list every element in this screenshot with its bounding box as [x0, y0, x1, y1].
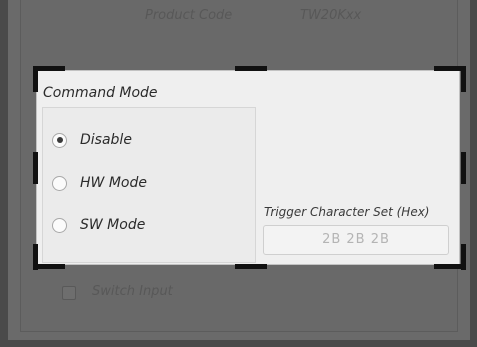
resize-handle-left[interactable]: [33, 152, 38, 184]
trigger-character-set-input[interactable]: 2B 2B 2B: [263, 225, 449, 255]
radio-button[interactable]: [52, 217, 67, 233]
resize-handle-bottom-right[interactable]: [434, 264, 466, 269]
switch-input-label: Switch Input: [92, 284, 173, 299]
resize-handle-bottom-left[interactable]: [33, 264, 65, 269]
radio-label: HW Mode: [80, 175, 147, 191]
command-mode-panel: Command Mode Disable HW Mode SW Mode Tri…: [36, 70, 460, 265]
product-code-label: Product Code: [145, 8, 233, 23]
radio-label: SW Mode: [80, 217, 146, 233]
switch-input-checkbox[interactable]: [62, 286, 76, 300]
radio-label: Disable: [80, 132, 132, 148]
radio-option-disable[interactable]: Disable: [52, 132, 132, 148]
resize-handle-right[interactable]: [461, 152, 466, 184]
resize-handle-top-right-vertical[interactable]: [461, 66, 466, 92]
radio-button[interactable]: [52, 175, 67, 191]
resize-handle-top[interactable]: [235, 66, 267, 71]
command-mode-radio-group: Disable HW Mode SW Mode: [42, 107, 256, 263]
radio-button[interactable]: [52, 132, 67, 148]
resize-handle-top-left-vertical[interactable]: [33, 66, 38, 92]
resize-handle-bottom[interactable]: [235, 264, 267, 269]
product-code-value: TW20Kxx: [300, 8, 362, 23]
radio-option-sw-mode[interactable]: SW Mode: [52, 217, 145, 233]
command-mode-title: Command Mode: [43, 85, 158, 101]
trigger-character-set-label: Trigger Character Set (Hex): [264, 205, 430, 219]
radio-option-hw-mode[interactable]: HW Mode: [52, 175, 147, 191]
